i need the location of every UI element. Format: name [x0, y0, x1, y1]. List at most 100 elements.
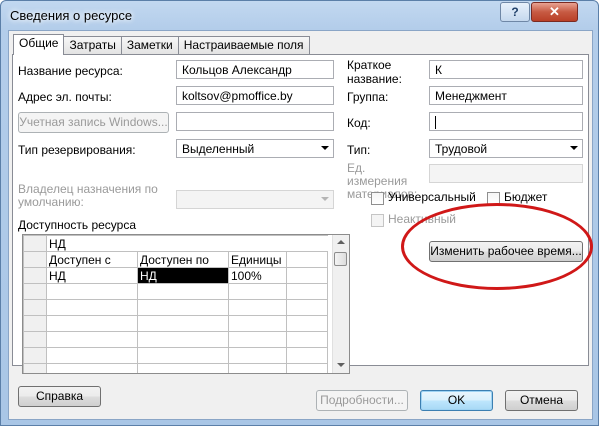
resource-name-label: Название ресурса: — [18, 64, 123, 78]
grid-vertical-scrollbar[interactable] — [332, 235, 349, 373]
code-field[interactable] — [429, 112, 583, 131]
grid-row-header — [23, 363, 47, 373]
grid-cell[interactable] — [137, 363, 229, 373]
generic-label: Универсальный — [388, 190, 476, 204]
generic-checkbox[interactable] — [371, 192, 384, 205]
grid-cell[interactable] — [46, 299, 138, 316]
grid-cell — [286, 267, 328, 284]
windows-account-field[interactable] — [176, 112, 334, 131]
short-name-field[interactable]: К — [429, 60, 583, 79]
grid-header-row: Доступен с Доступен по Единицы — [23, 251, 328, 268]
help-button[interactable]: Справка — [18, 386, 101, 407]
booking-type-value: Выделенный — [182, 142, 255, 156]
chevron-down-icon — [570, 146, 578, 150]
windows-account-button[interactable]: Учетная запись Windows... — [18, 112, 169, 133]
table-row — [23, 347, 328, 364]
grid-cell[interactable] — [137, 331, 229, 348]
grid-cell — [286, 283, 328, 300]
group-label: Группа: — [347, 90, 389, 104]
title-help-button[interactable]: ? — [500, 2, 530, 22]
dialog-client-area: Общие Затраты Заметки Настраиваемые поля… — [8, 30, 593, 420]
default-assignment-owner-select[interactable] — [176, 190, 334, 209]
tab-notes[interactable]: Заметки — [120, 36, 179, 54]
grid-cell — [286, 347, 328, 364]
chevron-down-icon — [321, 197, 329, 201]
budget-checkbox[interactable] — [487, 192, 500, 205]
type-select[interactable]: Трудовой — [429, 139, 583, 158]
grid-cell[interactable] — [228, 363, 287, 373]
availability-table: НД Доступен с Доступен по Единицы НД НД … — [23, 235, 328, 373]
tab-custom-fields[interactable]: Настраиваемые поля — [177, 36, 310, 54]
grid-cell[interactable] — [137, 347, 229, 364]
resource-name-field[interactable]: Кольцов Александр — [176, 60, 334, 79]
grid-cell[interactable] — [46, 315, 138, 332]
tab-strip: Общие Затраты Заметки Настраиваемые поля — [13, 34, 310, 55]
grid-cell-selected[interactable]: НД — [137, 267, 229, 284]
title-close-button[interactable]: ✕ — [531, 2, 578, 22]
grid-row-header — [23, 283, 47, 300]
grid-cell[interactable] — [137, 283, 229, 300]
inactive-label: Неактивный — [388, 212, 456, 226]
cancel-button[interactable]: Отмена — [505, 390, 578, 411]
default-assignment-owner-label: Владелец назначения по умолчанию: — [18, 183, 168, 209]
grid-edit-bar: НД — [23, 235, 328, 252]
booking-type-select[interactable]: Выделенный — [176, 139, 334, 158]
type-value: Трудовой — [435, 142, 488, 156]
grid-row-header — [23, 347, 47, 364]
grid-cell[interactable] — [228, 283, 287, 300]
tab-costs[interactable]: Затраты — [63, 36, 122, 54]
table-row — [23, 299, 328, 316]
change-working-time-button[interactable]: Изменить рабочее время... — [429, 241, 583, 262]
grid-cell — [286, 363, 328, 373]
grid-row-header — [23, 251, 47, 268]
scrollbar-thumb[interactable] — [334, 252, 347, 266]
dialog-title: Сведения о ресурсе — [10, 8, 133, 23]
budget-label: Бюджет — [504, 190, 548, 204]
short-name-label: Краткое название: — [347, 58, 417, 86]
grid-cell[interactable] — [137, 299, 229, 316]
type-label: Тип: — [347, 143, 371, 157]
grid-cell[interactable] — [228, 347, 287, 364]
grid-row-header — [23, 315, 47, 332]
grid-cell[interactable] — [228, 331, 287, 348]
grid-cell[interactable]: 100% — [228, 267, 287, 284]
details-button[interactable]: Подробности... — [316, 390, 408, 411]
default-assignment-owner-label-text: Владелец назначения по умолчанию: — [18, 182, 158, 209]
grid-edit-bar-value[interactable]: НД — [46, 235, 328, 252]
material-field[interactable] — [429, 164, 583, 183]
grid-cell[interactable] — [46, 331, 138, 348]
grid-cell[interactable] — [46, 347, 138, 364]
inactive-checkbox[interactable] — [371, 214, 384, 227]
availability-grid: НД Доступен с Доступен по Единицы НД НД … — [22, 234, 350, 374]
booking-type-label: Тип резервирования: — [18, 143, 136, 157]
column-header-available-from[interactable]: Доступен с — [46, 251, 138, 268]
scroll-down-icon[interactable] — [334, 358, 348, 372]
grid-cell — [286, 331, 328, 348]
grid-cell[interactable]: НД — [46, 267, 138, 284]
table-row — [23, 331, 328, 348]
tab-general[interactable]: Общие — [13, 34, 65, 55]
group-field[interactable]: Менеджмент — [429, 86, 583, 105]
text-caret — [435, 116, 436, 130]
grid-cell[interactable] — [46, 283, 138, 300]
table-row — [23, 283, 328, 300]
email-field[interactable]: koltsov@pmoffice.by — [176, 86, 334, 105]
table-row — [23, 363, 328, 373]
grid-row-header — [23, 331, 47, 348]
grid-cell — [286, 315, 328, 332]
grid-cell[interactable] — [46, 363, 138, 373]
column-header-units[interactable]: Единицы — [228, 251, 287, 268]
grid-row-header — [23, 235, 47, 252]
grid-cell — [286, 251, 328, 268]
grid-cell[interactable] — [228, 299, 287, 316]
scroll-up-icon[interactable] — [334, 236, 348, 250]
grid-cell[interactable] — [137, 315, 229, 332]
email-label: Адрес эл. почты: — [18, 90, 112, 104]
column-header-available-to[interactable]: Доступен по — [137, 251, 229, 268]
grid-row-header — [23, 299, 47, 316]
chevron-down-icon — [321, 146, 329, 150]
ok-button[interactable]: OK — [420, 390, 493, 411]
table-row — [23, 315, 328, 332]
grid-cell[interactable] — [228, 315, 287, 332]
grid-row-header — [23, 267, 47, 284]
